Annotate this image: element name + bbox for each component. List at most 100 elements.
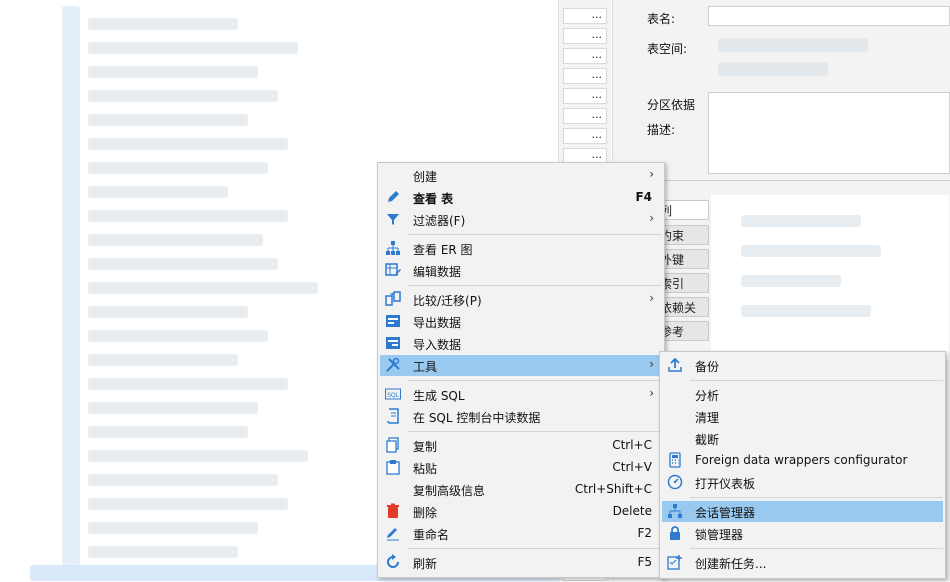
menu-shortcut: F4 [635,190,652,204]
tree-item[interactable] [88,354,238,366]
tree-item[interactable] [88,114,248,126]
menu-label: 锁管理器 [695,528,744,542]
menu-label: 备份 [695,360,720,374]
tree-item[interactable] [88,162,268,174]
table-name-label: 表名: [647,12,676,26]
menu-item-copy[interactable]: 复制 Ctrl+C [380,435,662,456]
menu-item-analyze[interactable]: 分析 [662,384,943,405]
paste-icon [386,460,400,475]
menu-label: 复制 [413,440,438,454]
menu-item-delete[interactable]: 删除 Delete [380,501,662,522]
grid-cell [741,275,841,287]
menu-separator [408,234,662,235]
tree-item[interactable] [88,258,278,270]
tablespace-field[interactable] [708,30,948,90]
menu-item-export-data[interactable]: 导出数据 [380,311,662,332]
menu-item-create[interactable]: 创建 › [380,165,662,186]
menu-item-rename[interactable]: 重命名 F2 [380,523,662,544]
menu-item-vacuum[interactable]: 清理 [662,406,943,427]
menu-label: 过滤器(F) [413,214,466,228]
menu-item-refresh[interactable]: 刷新 F5 [380,552,662,573]
tree-item[interactable] [88,306,248,318]
menu-label: 查看 ER 图 [413,243,473,257]
menu-item-paste[interactable]: 粘贴 Ctrl+V [380,457,662,478]
menu-item-dashboard[interactable]: 打开仪表板 [662,472,943,493]
chevron-right-icon: › [649,386,654,400]
tree-item[interactable] [88,66,258,78]
calculator-icon [669,452,681,468]
export-icon [386,315,400,327]
tree-item[interactable] [88,546,238,558]
menu-separator [408,285,662,286]
tree-item[interactable] [88,474,278,486]
menu-item-edit-data[interactable]: 编辑数据 [380,260,662,281]
delete-icon [387,503,399,518]
tree-guide [62,6,80,566]
tree-item[interactable] [88,18,238,30]
tree-item[interactable] [88,138,288,150]
menu-item-generate-sql[interactable]: SQL 生成 SQL › [380,384,662,405]
divider [633,180,950,181]
rename-icon [387,528,399,541]
tree-item[interactable] [88,378,288,390]
menu-label: 生成 SQL [413,389,465,403]
er-diagram-icon [386,241,400,255]
table-name-input[interactable] [708,6,950,26]
menu-item-read-in-sql-console[interactable]: 在 SQL 控制台中读数据 [380,406,662,427]
menu-label: 查看 表 [413,192,454,206]
menu-label: 工具 [413,360,438,374]
ellipsis-button[interactable]: ... [563,68,607,84]
menu-item-backup[interactable]: 备份 [662,355,943,376]
menu-label: 在 SQL 控制台中读数据 [413,411,541,425]
chevron-right-icon: › [649,167,654,181]
tree-item[interactable] [88,402,258,414]
menu-label: 创建 [413,170,438,184]
menu-item-truncate[interactable]: 截断 [662,428,943,449]
tree-item[interactable] [88,42,298,54]
menu-item-filter[interactable]: 过滤器(F) › [380,209,662,230]
tablespace-label: 表空间: [647,42,688,56]
ellipsis-button[interactable]: ... [563,8,607,24]
ellipsis-button[interactable]: ... [563,48,607,64]
upload-icon [668,357,682,372]
description-input[interactable] [708,92,950,174]
tools-icon [386,357,400,372]
ellipsis-button[interactable]: ... [563,108,607,124]
tree-item[interactable] [88,282,318,294]
grid-cell [741,305,871,317]
ellipsis-button[interactable]: ... [563,88,607,104]
menu-label: Foreign data wrappers configurator [695,453,908,467]
menu-item-copy-advanced[interactable]: 复制高级信息 Ctrl+Shift+C [380,479,662,500]
menu-label: 导出数据 [413,316,462,330]
ellipsis-button[interactable]: ... [563,128,607,144]
menu-item-tools[interactable]: 工具 › [380,355,662,376]
tree-item[interactable] [88,330,268,342]
menu-item-lock-manager[interactable]: 锁管理器 [662,523,943,544]
copy-icon [386,437,399,453]
filter-icon [387,214,399,225]
tree-item[interactable] [88,498,288,510]
menu-label: 粘贴 [413,462,438,476]
menu-item-fdw-config[interactable]: Foreign data wrappers configurator [662,450,943,471]
menu-shortcut: Ctrl+C [612,438,652,452]
table-edit-icon [385,263,401,276]
menu-item-session-manager[interactable]: 会话管理器 [662,501,943,522]
menu-label: 删除 [413,506,438,520]
ellipsis-button[interactable]: ... [563,28,607,44]
sql-icon: SQL [385,388,401,400]
menu-item-view-er[interactable]: 查看 ER 图 [380,238,662,259]
tree-item[interactable] [88,186,228,198]
menu-item-view-table[interactable]: 查看 表 F4 [380,187,662,208]
tree-item[interactable] [88,234,263,246]
add-task-icon [667,555,682,570]
tree-item[interactable] [88,522,258,534]
menu-item-compare-migrate[interactable]: 比较/迁移(P) › [380,289,662,310]
grid-cell [741,215,861,227]
tree-item[interactable] [88,450,308,462]
tree-item[interactable] [88,90,278,102]
tree-item[interactable] [88,426,248,438]
tree-item[interactable] [88,210,288,222]
menu-label: 复制高级信息 [413,484,486,498]
menu-item-create-task[interactable]: 创建新任务... [662,552,943,573]
menu-item-import-data[interactable]: 导入数据 [380,333,662,354]
